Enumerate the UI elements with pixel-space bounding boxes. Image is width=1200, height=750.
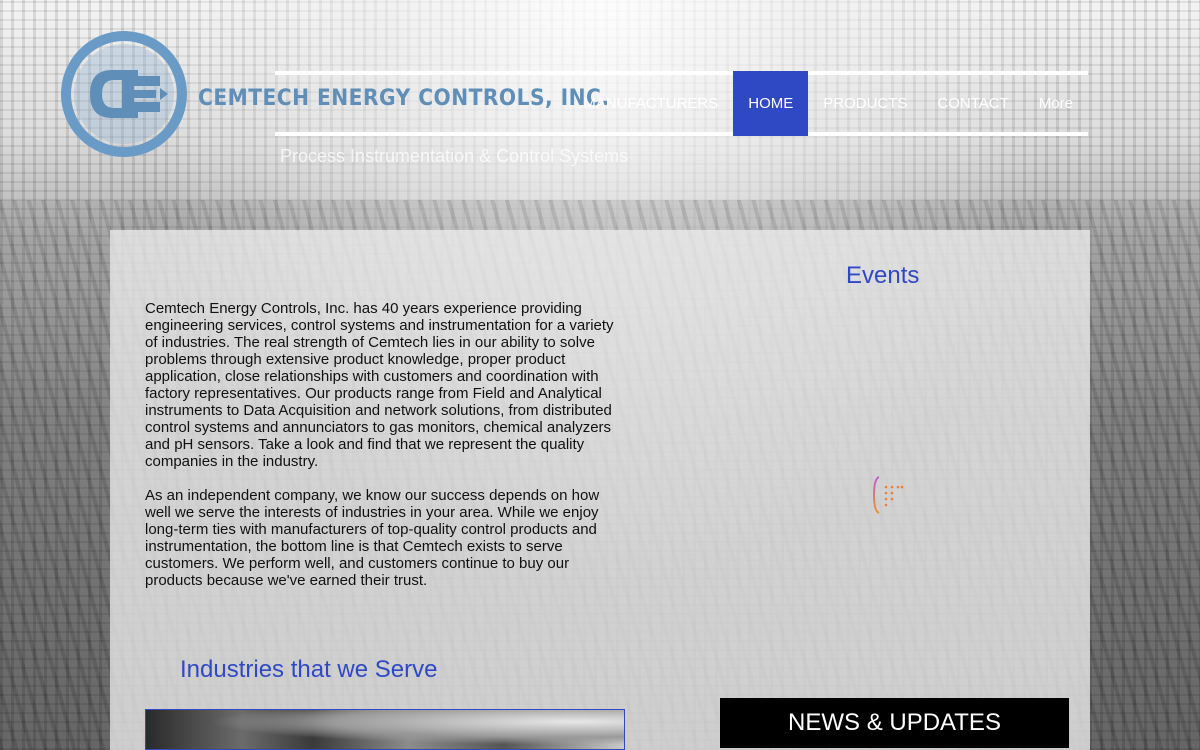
nav-menu: MANUFACTURERS HOME PRODUCTS CONTACT More [568,71,1088,136]
industries-title: Industries that we Serve [180,656,438,683]
nav-item-manufacturers[interactable]: MANUFACTURERS [568,71,733,136]
nav-item-home[interactable]: HOME [733,71,809,136]
main-navigation: MANUFACTURERS HOME PRODUCTS CONTACT More [275,71,1088,136]
nav-item-products[interactable]: PRODUCTS [808,71,922,136]
nav-item-more[interactable]: More [1024,71,1088,136]
logo-emblem-icon [61,31,187,157]
news-updates-button[interactable]: NEWS & UPDATES [720,698,1069,748]
company-logo[interactable] [60,30,190,160]
loading-spinner-icon [872,475,906,515]
tagline: Process Instrumentation & Control System… [280,146,629,166]
events-title: Events [846,262,920,289]
industry-image[interactable] [145,709,625,750]
intro-paragraph: Cemtech Energy Controls, Inc. has 40 yea… [145,300,614,470]
nav-item-contact[interactable]: CONTACT [922,71,1023,136]
intro-paragraph: As an independent company, we know our s… [145,487,600,589]
intro-text: Cemtech Energy Controls, Inc. has 40 yea… [145,300,620,606]
